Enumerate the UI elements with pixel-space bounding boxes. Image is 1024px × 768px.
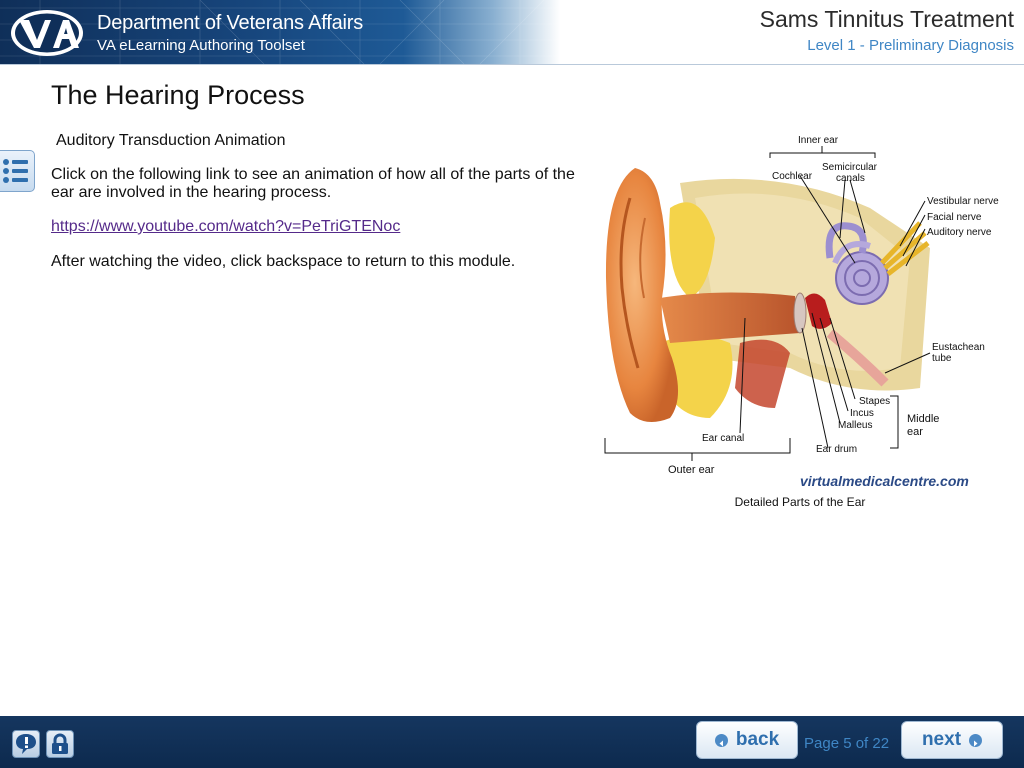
lock-icon — [52, 733, 68, 754]
label-ear-drum: Ear drum — [816, 444, 857, 455]
back-button[interactable]: back — [696, 721, 798, 759]
toolset-subtitle: VA eLearning Authoring Toolset — [97, 37, 305, 54]
label-canals: canals — [836, 173, 865, 184]
next-button[interactable]: next — [901, 721, 1003, 759]
label-auditory-nerve: Auditory nerve — [927, 227, 992, 238]
va-logo — [11, 10, 83, 56]
next-label: next — [921, 729, 962, 750]
label-outer-ear: Outer ear — [668, 464, 715, 476]
list-menu-icon — [3, 159, 28, 183]
section-subheading: Auditory Transduction Animation — [56, 132, 286, 149]
figure-caption: Detailed Parts of the Ear — [734, 495, 866, 509]
menu-toggle-button[interactable] — [0, 150, 35, 192]
label-vestibular-nerve: Vestibular nerve — [927, 196, 999, 207]
label-inner-ear: Inner ear — [798, 135, 839, 146]
help-button[interactable] — [12, 730, 40, 758]
auricle — [605, 168, 679, 422]
label-eustachean: Eustachean — [932, 342, 985, 353]
page-title: The Hearing Process — [51, 80, 305, 110]
header-banner: Department of Veterans Affairs VA eLearn… — [0, 0, 1024, 64]
label-ear: ear — [907, 426, 923, 438]
instruction-text: Click on the following link to see an an… — [51, 166, 575, 201]
label-middle: Middle — [907, 413, 939, 425]
page-indicator: Page 5 of 22 — [804, 735, 890, 752]
department-title: Department of Veterans Affairs — [97, 12, 364, 34]
ear-drum — [793, 292, 807, 334]
arrow-left-icon — [714, 733, 728, 747]
after-video-note: After watching the video, click backspac… — [51, 253, 516, 270]
label-incus: Incus — [850, 408, 874, 419]
label-stapes: Stapes — [859, 396, 890, 407]
help-icon — [16, 734, 36, 754]
back-label: back — [735, 729, 780, 750]
label-malleus: Malleus — [838, 420, 872, 431]
ear-anatomy-diagram: Inner ear Cochlear Semicircular canals V… — [604, 135, 999, 489]
footer-bar: back Page 5 of 22 next — [0, 716, 1024, 768]
lock-button[interactable] — [46, 730, 74, 758]
label-facial-nerve: Facial nerve — [927, 212, 982, 223]
level-subtitle: Level 1 - Preliminary Diagnosis — [807, 37, 1014, 54]
label-ear-canal: Ear canal — [702, 433, 744, 444]
label-cochlear: Cochlear — [772, 171, 813, 182]
arrow-right-icon — [969, 733, 983, 747]
video-link[interactable]: https://www.youtube.com/watch?v=PeTriGTE… — [51, 218, 400, 236]
label-semicircular: Semicircular — [822, 162, 878, 173]
label-tube: tube — [932, 353, 952, 364]
cochlea — [835, 251, 889, 305]
header-divider — [0, 64, 1024, 65]
course-title: Sams Tinnitus Treatment — [759, 6, 1014, 32]
watermark-logo: virtualmedicalcentre.com — [800, 473, 969, 489]
